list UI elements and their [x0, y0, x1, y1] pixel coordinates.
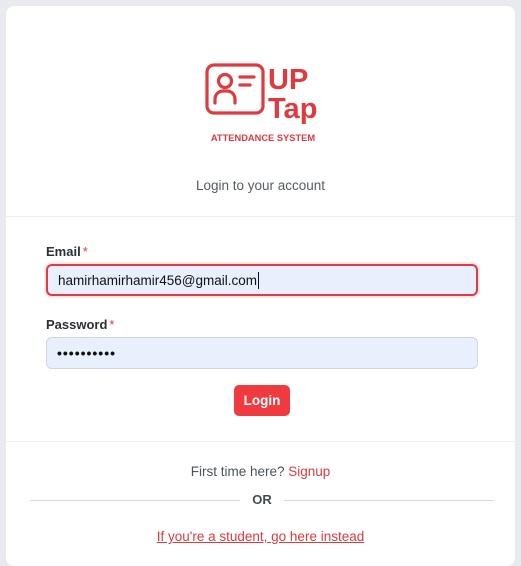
first-time-row: First time here? Signup	[6, 464, 515, 479]
login-card: UP Tap ATTENDANCE SYSTEM Login to your a…	[6, 6, 515, 566]
password-label-text: Password	[46, 317, 108, 332]
first-time-text: First time here?	[190, 464, 285, 479]
logo-text-up: UP	[268, 64, 308, 96]
or-text: OR	[252, 492, 272, 507]
email-label: Email *	[46, 244, 88, 259]
page-subtitle: Login to your account	[195, 178, 326, 193]
student-login-link[interactable]: If you're a student, go here instead	[6, 529, 515, 544]
login-button[interactable]: Login	[234, 385, 290, 416]
text-caret	[258, 271, 260, 289]
email-label-text: Email	[46, 244, 81, 259]
password-field[interactable]: ••••••••••	[46, 337, 478, 369]
logo-tagline: ATTENDANCE SYSTEM	[211, 133, 315, 143]
uptap-logo: UP Tap ATTENDANCE SYSTEM	[205, 63, 317, 143]
id-card-icon	[205, 63, 265, 115]
or-separator: OR	[30, 492, 494, 508]
logo-area: UP Tap ATTENDANCE SYSTEM Login to your a…	[6, 6, 515, 216]
password-value: ••••••••••	[57, 345, 117, 361]
password-label: Password *	[46, 317, 114, 332]
required-marker: *	[82, 244, 88, 259]
signup-link[interactable]: Signup	[288, 464, 330, 479]
divider-top	[6, 216, 515, 217]
logo-text-tap: Tap	[268, 93, 317, 125]
required-marker: *	[109, 317, 115, 332]
divider-bottom	[6, 441, 515, 442]
email-value: hamirhamirhamir456@gmail.com	[58, 272, 258, 288]
email-field[interactable]: hamirhamirhamir456@gmail.com	[46, 264, 478, 296]
